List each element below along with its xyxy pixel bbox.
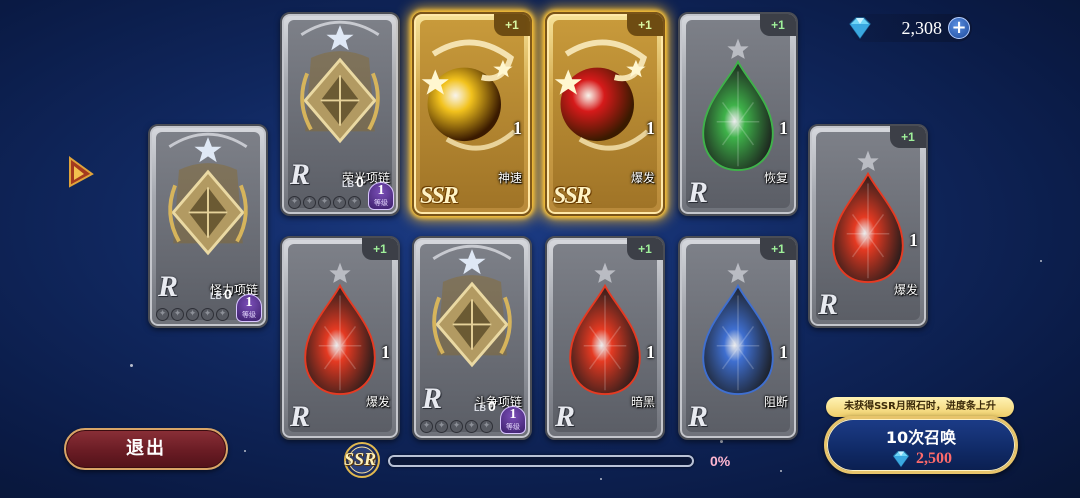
- plus-one-badge: +1: [627, 238, 663, 260]
- result-card-4[interactable]: +1 1 爆发 SSR: [545, 12, 665, 216]
- rarity-label: SSR: [553, 183, 592, 209]
- item-count: 1: [779, 118, 788, 138]
- star-rating: ✦ ✦ ✦ ✦ ✦: [420, 420, 493, 433]
- limit-break: LB 0: [342, 174, 364, 190]
- result-card-8[interactable]: 斗争项链 R LB 0 ✦ ✦ ✦ ✦ ✦ 1 等级: [412, 236, 532, 440]
- star-icon: ✦: [318, 196, 331, 209]
- plus-one-badge: +1: [760, 14, 796, 36]
- item-name: 阻断: [763, 395, 788, 409]
- exit-button[interactable]: 退出: [64, 428, 228, 470]
- item-count: 1: [779, 342, 788, 362]
- result-card-10[interactable]: +1 1 阻断 R: [678, 236, 798, 440]
- rarity-label: R: [290, 158, 311, 191]
- gem-currency-display: 2,308 +: [849, 14, 972, 42]
- ssr-progress-percent: 0%: [710, 453, 731, 469]
- rarity-label: R: [555, 400, 576, 433]
- summon-hint: 未获得SSR月照石时，进度条上升: [826, 397, 1014, 417]
- ssr-progress-bar: [388, 455, 694, 467]
- star-icon: ✦: [480, 420, 493, 433]
- star-icon: ✦: [333, 196, 346, 209]
- star-icon: ✦: [156, 308, 169, 321]
- limit-break: LB 0: [210, 286, 232, 302]
- background-sparkle: [130, 364, 133, 367]
- rarity-label: R: [688, 400, 709, 433]
- item-count: 1: [909, 230, 918, 250]
- item-count: 1: [381, 342, 390, 362]
- item-name: 暗黑: [630, 395, 655, 409]
- summon-cost: 2,500: [827, 450, 1015, 468]
- star-icon: ✦: [186, 308, 199, 321]
- star-icon: ✦: [348, 196, 361, 209]
- rarity-label: R: [422, 382, 443, 415]
- background-sparkle: [780, 470, 782, 472]
- background-sparkle: [1040, 260, 1042, 262]
- limit-break: LB 0: [474, 398, 496, 414]
- result-card-6[interactable]: +1 1 爆发 R: [808, 124, 928, 328]
- ten-summon-button[interactable]: 10次召唤 2,500: [824, 416, 1018, 474]
- result-card-7[interactable]: +1 1 爆发 R: [280, 236, 400, 440]
- background-sparkle: [244, 450, 246, 452]
- side-pointer-icon: [69, 156, 94, 188]
- result-card-1[interactable]: 怪力项链 R LB 0 ✦ ✦ ✦ ✦ ✦ 1 等级: [148, 124, 268, 328]
- summon-cost-value: 2,500: [916, 450, 952, 467]
- star-icon: ✦: [450, 420, 463, 433]
- ssr-badge: SSR: [338, 440, 394, 480]
- plus-one-badge: +1: [494, 14, 530, 36]
- rarity-label: R: [688, 176, 709, 209]
- item-name: 爆发: [365, 395, 390, 409]
- rarity-label: R: [290, 400, 311, 433]
- star-rating: ✦ ✦ ✦ ✦ ✦: [288, 196, 361, 209]
- star-icon: ✦: [420, 420, 433, 433]
- rarity-label: SSR: [420, 183, 459, 209]
- gem-amount: 2,308: [901, 17, 943, 38]
- item-count: 1: [513, 118, 522, 138]
- star-icon: ✦: [465, 420, 478, 433]
- item-name: 爆发: [630, 171, 655, 185]
- plus-one-badge: +1: [760, 238, 796, 260]
- item-count: 1: [646, 342, 655, 362]
- rarity-label: R: [818, 288, 839, 321]
- item-name: 恢复: [763, 171, 788, 185]
- level-badge: 1 等级: [368, 182, 394, 210]
- star-icon: ✦: [288, 196, 301, 209]
- item-count: 1: [646, 118, 655, 138]
- gem-icon: [849, 17, 871, 40]
- level-badge: 1 等级: [500, 406, 526, 434]
- result-card-3[interactable]: +1 1 神速 SSR: [412, 12, 532, 216]
- level-badge: 1 等级: [236, 294, 262, 322]
- item-name: 爆发: [893, 283, 918, 297]
- result-card-9[interactable]: +1 1 暗黑 R: [545, 236, 665, 440]
- item-name: 神速: [497, 171, 522, 185]
- ssr-progress: SSR 0%: [338, 440, 738, 480]
- plus-one-badge: +1: [627, 14, 663, 36]
- result-card-2[interactable]: 荣光项链 R LB 0 ✦ ✦ ✦ ✦ ✦ 1 等级: [280, 12, 400, 216]
- summon-label: 10次召唤: [885, 428, 957, 447]
- plus-one-badge: +1: [362, 238, 398, 260]
- add-gems-button[interactable]: +: [948, 17, 970, 39]
- star-icon: ✦: [171, 308, 184, 321]
- star-icon: ✦: [435, 420, 448, 433]
- star-icon: ✦: [216, 308, 229, 321]
- result-card-5[interactable]: +1 1 恢复 R: [678, 12, 798, 216]
- star-icon: ✦: [201, 308, 214, 321]
- rarity-label: R: [158, 270, 179, 303]
- plus-one-badge: +1: [890, 126, 926, 148]
- star-icon: ✦: [303, 196, 316, 209]
- gem-icon: [892, 451, 910, 468]
- star-rating: ✦ ✦ ✦ ✦ ✦: [156, 308, 229, 321]
